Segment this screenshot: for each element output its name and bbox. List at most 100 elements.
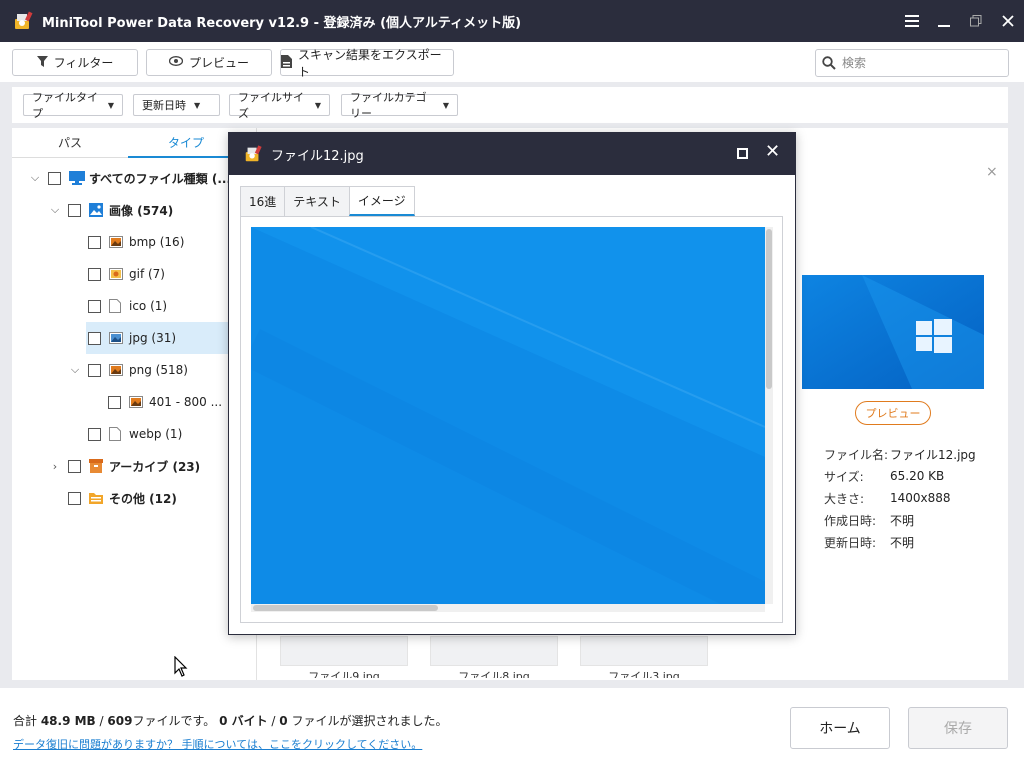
tree-item-label: 401 - 800 ...: [149, 395, 223, 409]
tree-item-png-range[interactable]: 401 - 800 ...: [108, 386, 222, 418]
checkbox[interactable]: [68, 459, 81, 473]
preview-thumbnail: [802, 275, 984, 389]
restore-icon[interactable]: [960, 0, 992, 42]
filter-button-label: フィルター: [53, 56, 114, 70]
menu-icon[interactable]: [896, 0, 928, 42]
checkbox[interactable]: [88, 363, 101, 377]
checkbox[interactable]: [88, 235, 101, 249]
property-row: ファイル名: ファイル12.jpg: [824, 443, 976, 465]
filter-button[interactable]: フィルター: [12, 49, 138, 76]
checkbox[interactable]: [88, 331, 101, 345]
file-properties: ファイル名: ファイル12.jpg サイズ: 65.20 KB 大きさ: 140…: [824, 443, 976, 553]
tab-text[interactable]: テキスト: [284, 186, 350, 216]
checkbox[interactable]: [68, 203, 81, 217]
summary-suffix: ファイルです。: [132, 714, 220, 728]
property-value: ファイル12.jpg: [890, 447, 976, 462]
minimize-icon[interactable]: [928, 0, 960, 42]
summary-prefix: 合計: [13, 714, 41, 728]
tree-item-all[interactable]: ⌵ すべてのファイル種類 (...: [28, 162, 231, 194]
view-tabs: パス タイプ: [12, 128, 244, 158]
eye-icon: [168, 56, 184, 69]
tree-item-other[interactable]: その他 (12): [68, 482, 177, 514]
maximize-icon[interactable]: [737, 148, 748, 159]
selected-sep: /: [267, 714, 280, 728]
preview-dialog: ファイル12.jpg ✕ 16進 テキスト イメージ: [228, 132, 796, 635]
export-button-label: スキャン結果をエクスポート: [298, 47, 442, 79]
search-box: [815, 49, 1009, 77]
tree-item-png[interactable]: ⌵ png (518): [68, 354, 188, 386]
preview-button-label: プレビュー: [188, 56, 249, 70]
chevron-down-icon[interactable]: ⌵: [68, 363, 82, 377]
preview-button[interactable]: プレビュー: [146, 49, 272, 76]
file-type-tree: ⌵ すべてのファイル種類 (... ⌵ 画像 (574) bmp (16) gi…: [12, 162, 256, 672]
tree-item-ico[interactable]: ico (1): [88, 290, 167, 322]
summary-sep: /: [95, 714, 108, 728]
toolbar: フィルター プレビュー スキャン結果をエクスポート: [0, 42, 1024, 82]
file-size-dropdown[interactable]: ファイルサイズ ▼: [229, 91, 330, 120]
help-link[interactable]: データ復旧に問題がありますか？ 手順については、ここをクリックしてください。: [13, 736, 422, 752]
close-details-icon[interactable]: ×: [986, 164, 998, 180]
tree-item-gif[interactable]: gif (7): [88, 258, 165, 290]
checkbox[interactable]: [68, 491, 81, 505]
preview-image: [251, 227, 765, 604]
property-key: サイズ:: [824, 469, 864, 484]
property-key: 作成日時:: [824, 513, 877, 528]
checkbox[interactable]: [88, 267, 101, 281]
tab-hex[interactable]: 16進: [240, 186, 286, 216]
tree-item-archive[interactable]: › アーカイブ (23): [48, 450, 200, 482]
horizontal-scrollbar[interactable]: [251, 604, 765, 612]
chevron-down-icon: ▼: [194, 100, 201, 110]
app-icon: [243, 144, 263, 164]
file-category-dropdown[interactable]: ファイルカテゴリー ▼: [341, 91, 458, 120]
close-icon[interactable]: ✕: [765, 141, 780, 162]
tree-item-images[interactable]: ⌵ 画像 (574): [48, 194, 173, 226]
chevron-down-icon[interactable]: ⌵: [48, 203, 62, 217]
tree-item-label: gif (7): [129, 267, 165, 281]
file-category-label: ファイルカテゴリー: [350, 91, 427, 120]
checkbox[interactable]: [88, 427, 101, 441]
app-icon: [12, 10, 34, 32]
modified-date-dropdown[interactable]: 更新日時 ▼: [133, 94, 220, 116]
chevron-down-icon[interactable]: ⌵: [28, 171, 42, 185]
tree-item-label: bmp (16): [129, 235, 185, 249]
dialog-title-bar: ファイル12.jpg: [229, 133, 795, 175]
vertical-scrollbar[interactable]: [765, 227, 773, 604]
tab-image[interactable]: イメージ: [348, 186, 415, 216]
tree-item-label: ico (1): [129, 299, 168, 313]
chevron-right-icon[interactable]: ›: [48, 460, 62, 473]
checkbox[interactable]: [88, 299, 101, 313]
export-button[interactable]: スキャン結果をエクスポート: [280, 48, 454, 79]
tab-type[interactable]: タイプ: [128, 128, 244, 158]
tree-item-webp[interactable]: webp (1): [88, 418, 182, 450]
file-thumbnail[interactable]: [430, 636, 558, 666]
property-key: ファイル名:: [824, 447, 889, 462]
close-icon[interactable]: [992, 0, 1024, 42]
checkbox[interactable]: [108, 395, 121, 409]
selected-suffix: ファイルが選択されました。: [287, 714, 448, 728]
details-preview-button[interactable]: プレビュー: [855, 401, 931, 425]
filter-bar: ファイルタイプ ▼ 更新日時 ▼ ファイルサイズ ▼ ファイルカテゴリー ▼: [12, 87, 1008, 123]
file-thumbnail[interactable]: [280, 636, 408, 666]
image-viewer: [240, 216, 783, 623]
property-row: 更新日時: 不明: [824, 531, 976, 553]
file-type-dropdown[interactable]: ファイルタイプ ▼: [23, 91, 123, 120]
png-file-icon: [129, 395, 143, 409]
file-thumbnail[interactable]: [580, 636, 708, 666]
search-input[interactable]: [842, 56, 1002, 70]
chevron-down-icon: ▼: [314, 100, 321, 110]
save-button[interactable]: 保存: [908, 707, 1008, 749]
property-row: 大きさ: 1400x888: [824, 487, 976, 509]
home-button[interactable]: ホーム: [790, 707, 890, 749]
tree-item-bmp[interactable]: bmp (16): [88, 226, 184, 258]
file-label: ファイル9.jpg: [308, 670, 380, 678]
checkbox[interactable]: [48, 171, 61, 185]
selected-count: 0: [279, 714, 288, 728]
property-value: 不明: [890, 513, 915, 528]
chevron-down-icon: ▼: [107, 100, 114, 110]
tab-path[interactable]: パス: [12, 128, 128, 158]
total-count: 609: [107, 714, 133, 728]
png-file-icon: [109, 363, 123, 377]
scroll-thumb[interactable]: [766, 229, 772, 389]
scroll-thumb[interactable]: [253, 605, 438, 611]
folder-icon: [89, 491, 103, 505]
